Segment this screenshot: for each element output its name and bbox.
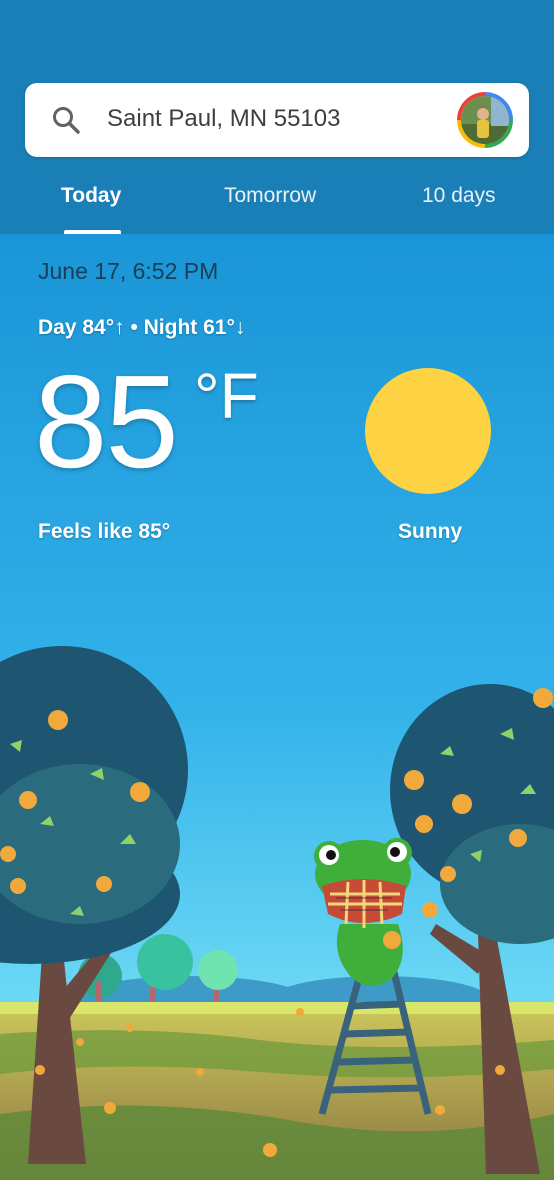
feels-like-temperature: Feels like 85°	[38, 520, 171, 543]
day-night-temperatures: Day 84°↑ • Night 61°↓	[38, 316, 246, 339]
account-avatar[interactable]	[457, 92, 513, 148]
search-icon[interactable]	[51, 105, 81, 135]
location-search-text[interactable]: Saint Paul, MN 55103	[107, 105, 340, 133]
bottom-strip	[0, 1180, 554, 1200]
location-search-bar[interactable]: Saint Paul, MN 55103	[25, 83, 529, 157]
weather-condition: Sunny	[398, 520, 463, 543]
avatar-photo	[461, 96, 509, 144]
temperature-unit: °F	[194, 360, 259, 432]
forecast-tabs: Today Tomorrow 10 days	[0, 160, 554, 234]
tab-today[interactable]: Today	[61, 184, 121, 208]
current-date-time: June 17, 6:52 PM	[38, 258, 219, 284]
tab-10-days[interactable]: 10 days	[422, 184, 496, 208]
current-temperature: 85	[34, 348, 179, 495]
tab-tomorrow[interactable]: Tomorrow	[224, 184, 316, 208]
app-header: Saint Paul, MN 55103 Today Tomorrow 10 d…	[0, 0, 554, 234]
sun-icon	[365, 368, 491, 494]
